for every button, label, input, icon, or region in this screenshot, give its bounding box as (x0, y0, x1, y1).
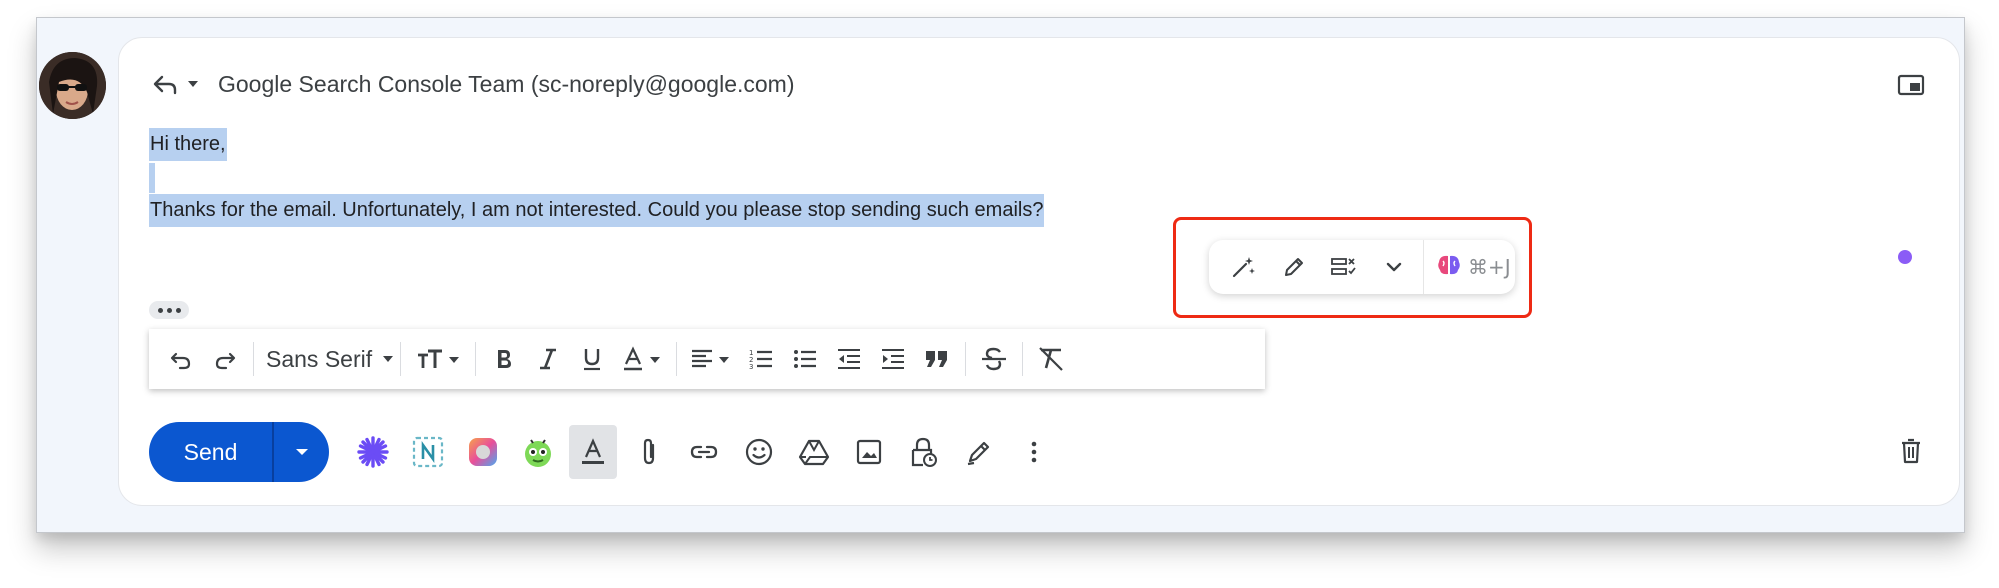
schedule-send-dropdown-icon[interactable] (274, 422, 329, 482)
undo-icon[interactable] (159, 337, 203, 381)
pop-out-icon[interactable] (1896, 70, 1926, 100)
sparkle-extension-icon[interactable] (345, 425, 400, 479)
attach-file-icon[interactable] (621, 425, 676, 479)
indent-less-icon[interactable] (827, 337, 871, 381)
divider (253, 342, 254, 376)
insert-photo-icon[interactable] (841, 425, 896, 479)
message-body[interactable]: Hi there, Thanks for the email. Unfortun… (149, 128, 1045, 227)
formatting-options-icon[interactable] (569, 425, 617, 479)
font-size-icon[interactable] (407, 337, 469, 381)
font-family-label: Sans Serif (266, 345, 373, 372)
italic-icon[interactable] (526, 337, 570, 381)
discard-draft-icon[interactable] (1896, 436, 1926, 466)
reply-type-dropdown-icon[interactable] (182, 69, 204, 99)
avatar[interactable] (39, 52, 106, 119)
font-family-select[interactable]: Sans Serif (260, 337, 394, 381)
formatting-toolbar: Sans Serif 123 (149, 329, 1265, 389)
signature-icon[interactable] (951, 425, 1006, 479)
message-line: Thanks for the email. Unfortunately, I a… (149, 194, 1045, 227)
annotation-highlight-box (1173, 217, 1532, 318)
quote-icon[interactable] (915, 337, 959, 381)
underline-icon[interactable] (570, 337, 614, 381)
recipient-label[interactable]: Google Search Console Team (sc-noreply@g… (218, 71, 794, 98)
remove-formatting-icon[interactable] (1029, 337, 1073, 381)
notion-extension-icon[interactable] (400, 425, 455, 479)
insert-link-icon[interactable] (676, 425, 731, 479)
selected-empty-line (149, 162, 155, 193)
svg-text:3: 3 (749, 363, 753, 371)
divider (676, 342, 678, 376)
send-button-group: Send (149, 422, 329, 482)
align-icon[interactable] (683, 337, 739, 381)
divider (1022, 342, 1024, 376)
emoji-icon[interactable] (731, 425, 786, 479)
show-trimmed-content-button[interactable] (149, 301, 189, 319)
numbered-list-icon[interactable]: 123 (739, 337, 783, 381)
google-drive-icon[interactable] (786, 425, 841, 479)
divider (400, 342, 402, 376)
reply-icon[interactable] (150, 69, 180, 99)
bold-icon[interactable] (482, 337, 526, 381)
text-color-icon[interactable] (614, 337, 670, 381)
compose-actions (345, 425, 1061, 479)
dropdown-caret-icon (383, 356, 394, 362)
color-orb-extension-icon[interactable] (455, 425, 510, 479)
redo-icon[interactable] (203, 337, 247, 381)
status-dot (1898, 250, 1912, 264)
bulleted-list-icon[interactable] (783, 337, 827, 381)
send-button[interactable]: Send (149, 439, 272, 466)
strikethrough-icon[interactable] (972, 337, 1016, 381)
divider (965, 342, 967, 376)
indent-more-icon[interactable] (871, 337, 915, 381)
confidential-mode-icon[interactable] (896, 425, 951, 479)
bot-extension-icon[interactable] (510, 425, 565, 479)
message-line: Hi there, (149, 128, 227, 161)
divider (475, 342, 477, 376)
more-options-icon[interactable] (1006, 425, 1061, 479)
compose-header: Google Search Console Team (sc-noreply@g… (150, 64, 794, 104)
